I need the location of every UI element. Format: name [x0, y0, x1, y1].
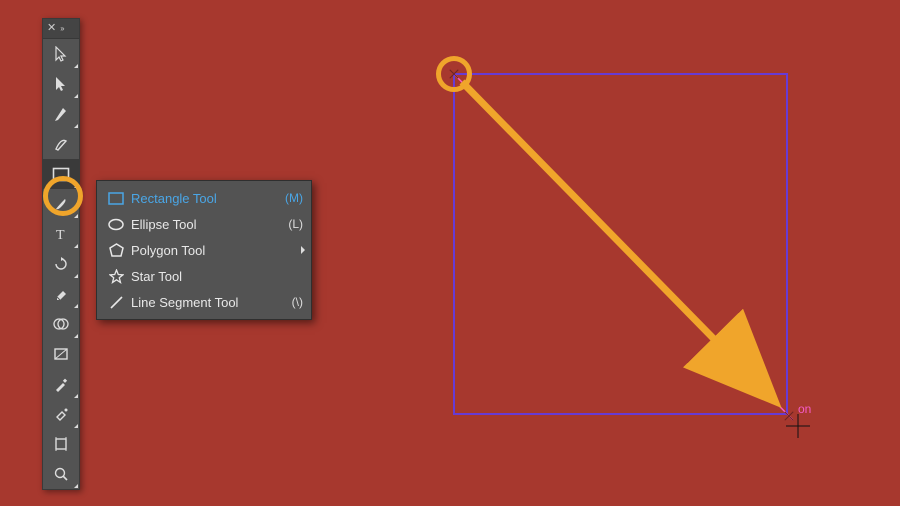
flyout-label: Rectangle Tool — [131, 191, 275, 206]
eraser-tool[interactable] — [43, 279, 79, 309]
live-paint-tool[interactable] — [43, 399, 79, 429]
paintbrush-tool[interactable] — [43, 189, 79, 219]
shape-tool-flyout[interactable]: Rectangle Tool(M)Ellipse Tool(L)Polygon … — [96, 180, 312, 320]
shortcut-label: (\) — [275, 295, 303, 309]
type-tool[interactable]: T — [43, 219, 79, 249]
rotate-tool[interactable] — [43, 249, 79, 279]
star-icon — [105, 269, 127, 284]
curvature-tool[interactable] — [43, 129, 79, 159]
ellipse-icon — [105, 218, 127, 231]
flyout-polygon-tool[interactable]: Polygon Tool — [97, 237, 311, 263]
smart-guide-label: on — [798, 402, 811, 416]
zoom-tool[interactable] — [43, 459, 79, 489]
rectangle-tool[interactable] — [43, 159, 79, 189]
direct-selection-tool[interactable] — [43, 69, 79, 99]
tools-panel[interactable]: ✕ ›› T — [42, 18, 80, 490]
drawn-rectangle — [453, 73, 788, 415]
polygon-icon — [105, 243, 127, 258]
flyout-label: Polygon Tool — [131, 243, 303, 258]
gradient-tool[interactable] — [43, 339, 79, 369]
flyout-label: Ellipse Tool — [131, 217, 275, 232]
flyout-rect-tool[interactable]: Rectangle Tool(M) — [97, 185, 311, 211]
flyout-star-tool[interactable]: Star Tool — [97, 263, 311, 289]
svg-text:T: T — [56, 228, 65, 242]
shortcut-label: (M) — [275, 191, 303, 205]
submenu-indicator-icon — [301, 246, 305, 254]
flyout-label: Line Segment Tool — [131, 295, 275, 310]
selection-tool[interactable] — [43, 39, 79, 69]
pen-tool[interactable] — [43, 99, 79, 129]
close-icon[interactable]: ✕ — [47, 23, 56, 34]
collapse-icon[interactable]: ›› — [60, 24, 63, 33]
crosshair-cursor — [786, 414, 810, 438]
shape-builder-tool[interactable] — [43, 309, 79, 339]
flyout-line-tool[interactable]: Line Segment Tool(\) — [97, 289, 311, 315]
flyout-label: Star Tool — [131, 269, 303, 284]
rect-icon — [105, 192, 127, 205]
line-icon — [105, 295, 127, 310]
shortcut-label: (L) — [275, 217, 303, 231]
eyedropper-tool[interactable] — [43, 369, 79, 399]
panel-header[interactable]: ✕ ›› — [43, 19, 79, 39]
flyout-ellipse-tool[interactable]: Ellipse Tool(L) — [97, 211, 311, 237]
origin-marker — [447, 67, 461, 81]
artboard-tool[interactable] — [43, 429, 79, 459]
